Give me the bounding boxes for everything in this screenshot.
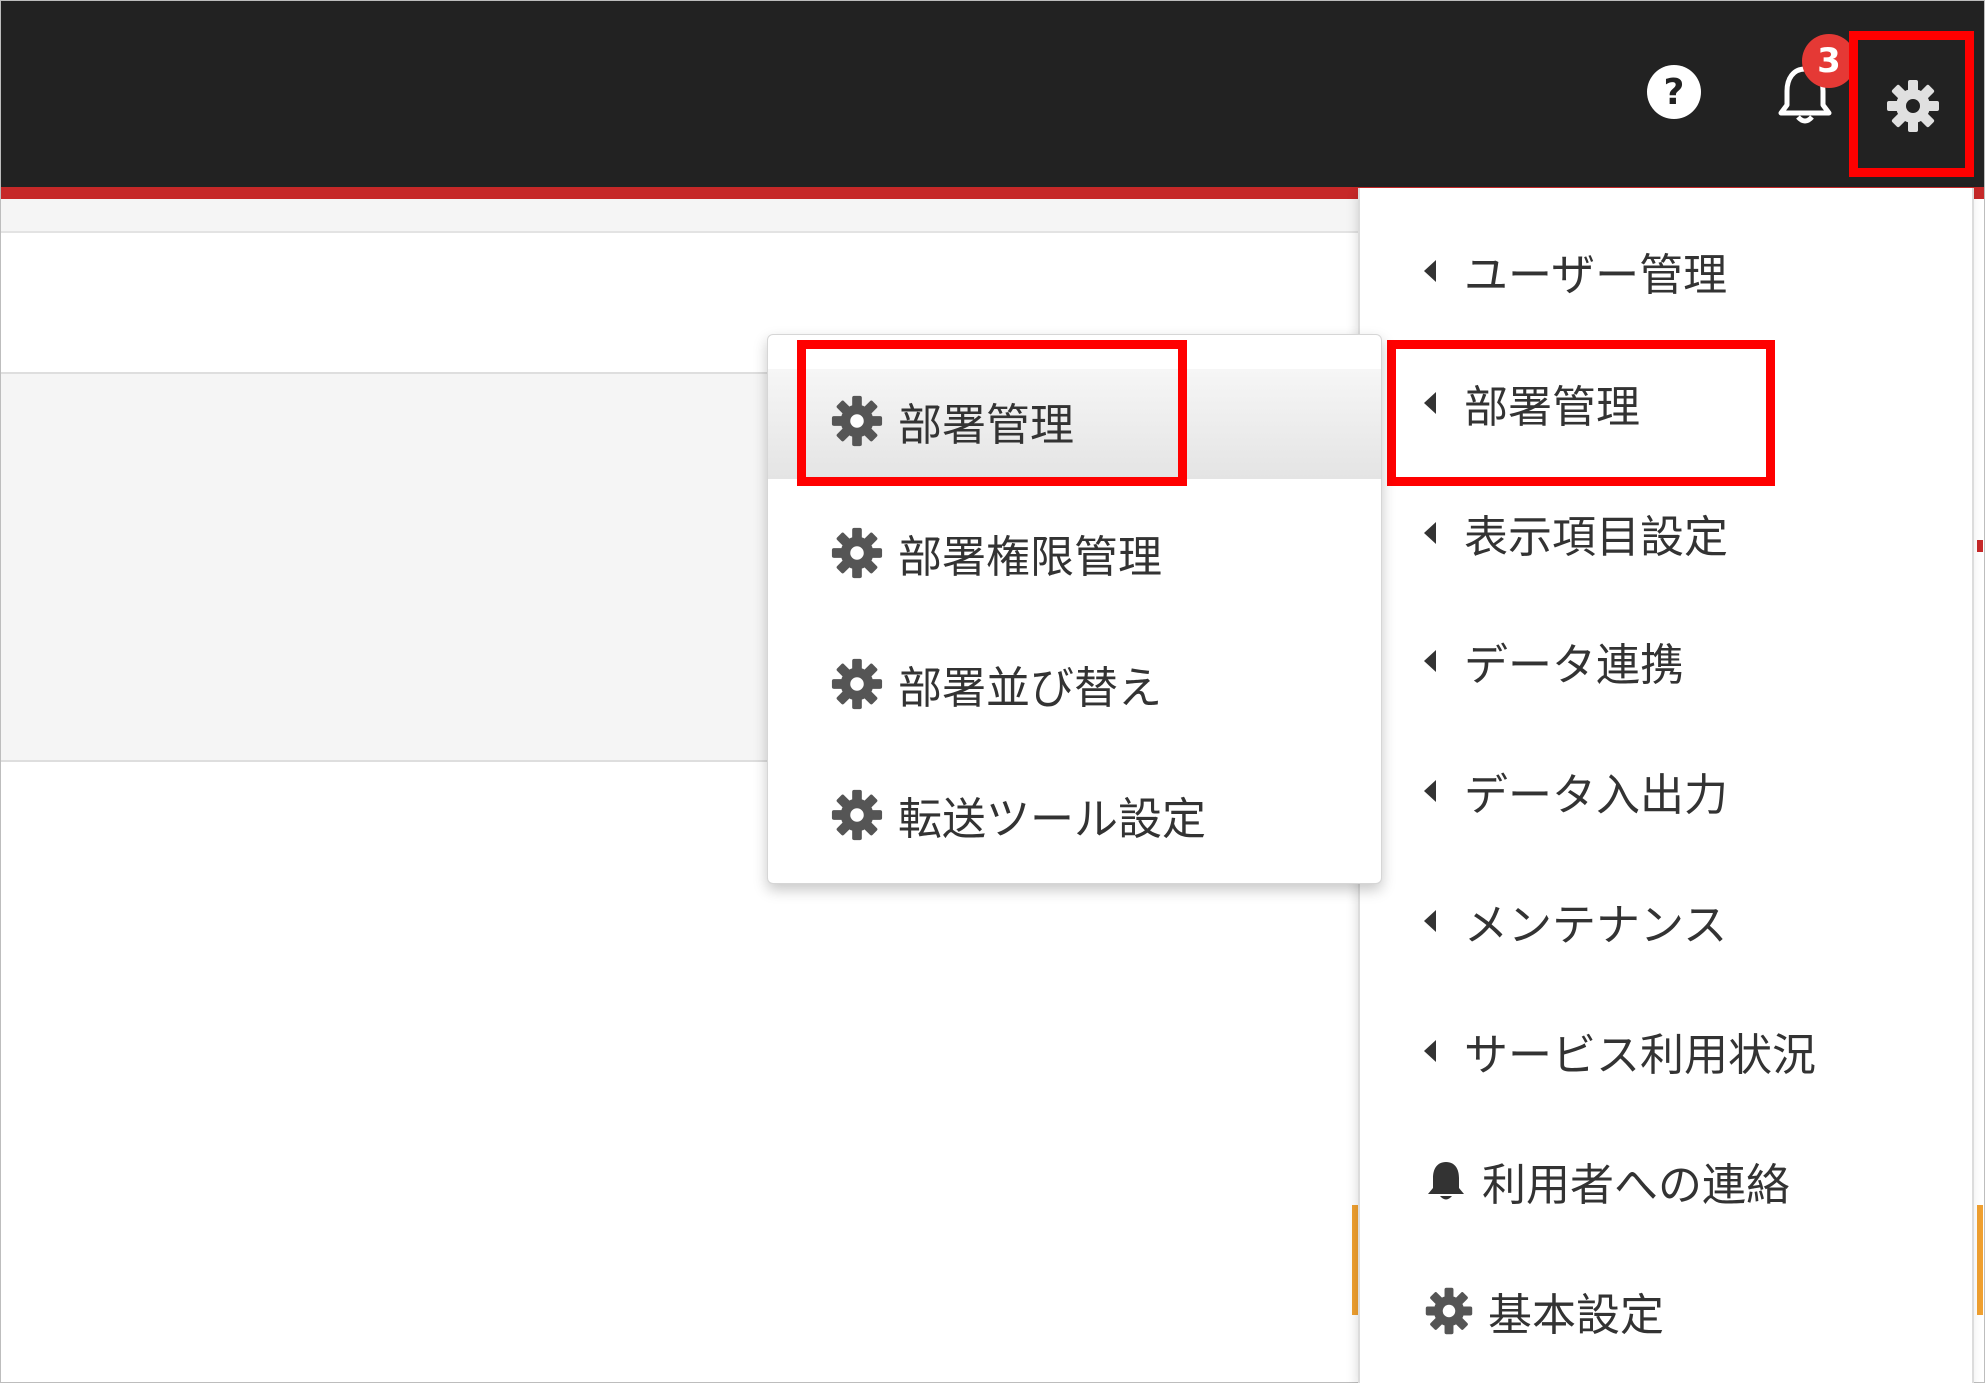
menu-item-user-notice[interactable]: 利用者への連絡: [1424, 1141, 1790, 1221]
menu-item-label: メンテナンス: [1464, 900, 1728, 951]
menu-item-label: 利用者への連絡: [1482, 1160, 1790, 1211]
submenu-item-label: 転送ツール設定: [898, 794, 1206, 845]
submenu-department-highlight-box: [797, 340, 1187, 486]
menu-item-service-usage[interactable]: サービス利用状況: [1424, 1011, 1816, 1091]
caret-left-icon: [1424, 522, 1436, 544]
menu-item-user-management[interactable]: ユーザー管理: [1424, 231, 1727, 311]
submenu-item-transfer-tool-settings[interactable]: 転送ツール設定: [830, 775, 1206, 855]
menu-item-label: 基本設定: [1488, 1290, 1664, 1341]
menu-item-label: 表示項目設定: [1464, 512, 1728, 563]
page-orange-marker-right: [1977, 1205, 1983, 1315]
menu-item-label: データ入出力: [1464, 770, 1728, 821]
menu-item-label: サービス利用状況: [1464, 1030, 1816, 1081]
caret-left-icon: [1424, 260, 1436, 282]
caret-left-icon: [1424, 910, 1436, 932]
caret-left-icon: [1424, 650, 1436, 672]
caret-left-icon: [1424, 780, 1436, 802]
submenu-item-department-permissions[interactable]: 部署権限管理: [830, 513, 1162, 593]
submenu-item-label: 部署並び替え: [898, 663, 1162, 714]
bell-icon: [1428, 1162, 1464, 1200]
page-red-marker: [1977, 540, 1983, 552]
submenu-item-label: 部署権限管理: [898, 532, 1162, 583]
menu-item-display-settings[interactable]: 表示項目設定: [1424, 493, 1728, 573]
menu-item-data-integration[interactable]: データ連携: [1424, 621, 1684, 701]
menu-item-data-import-export[interactable]: データ入出力: [1424, 751, 1728, 831]
menu-item-basic-settings[interactable]: 基本設定: [1424, 1271, 1664, 1351]
gear-icon: [831, 658, 883, 710]
svg-text:?: ?: [1664, 72, 1685, 113]
menu-item-maintenance[interactable]: メンテナンス: [1424, 881, 1727, 961]
submenu-item-department-sort[interactable]: 部署並び替え: [830, 644, 1162, 724]
department-menu-highlight-box: [1387, 340, 1775, 486]
settings-highlight-box: [1849, 31, 1974, 177]
menu-item-label: ユーザー管理: [1464, 250, 1728, 301]
gear-icon: [1425, 1287, 1473, 1335]
menu-item-label: データ連携: [1464, 640, 1684, 691]
help-button[interactable]: ?: [1644, 62, 1704, 122]
caret-left-icon: [1424, 1040, 1436, 1062]
gear-icon: [831, 527, 883, 579]
question-circle-icon: ?: [1647, 65, 1701, 119]
page-toolbar-band: [1, 199, 1361, 233]
gear-icon: [831, 789, 883, 841]
notification-count-badge: 3: [1802, 34, 1856, 88]
